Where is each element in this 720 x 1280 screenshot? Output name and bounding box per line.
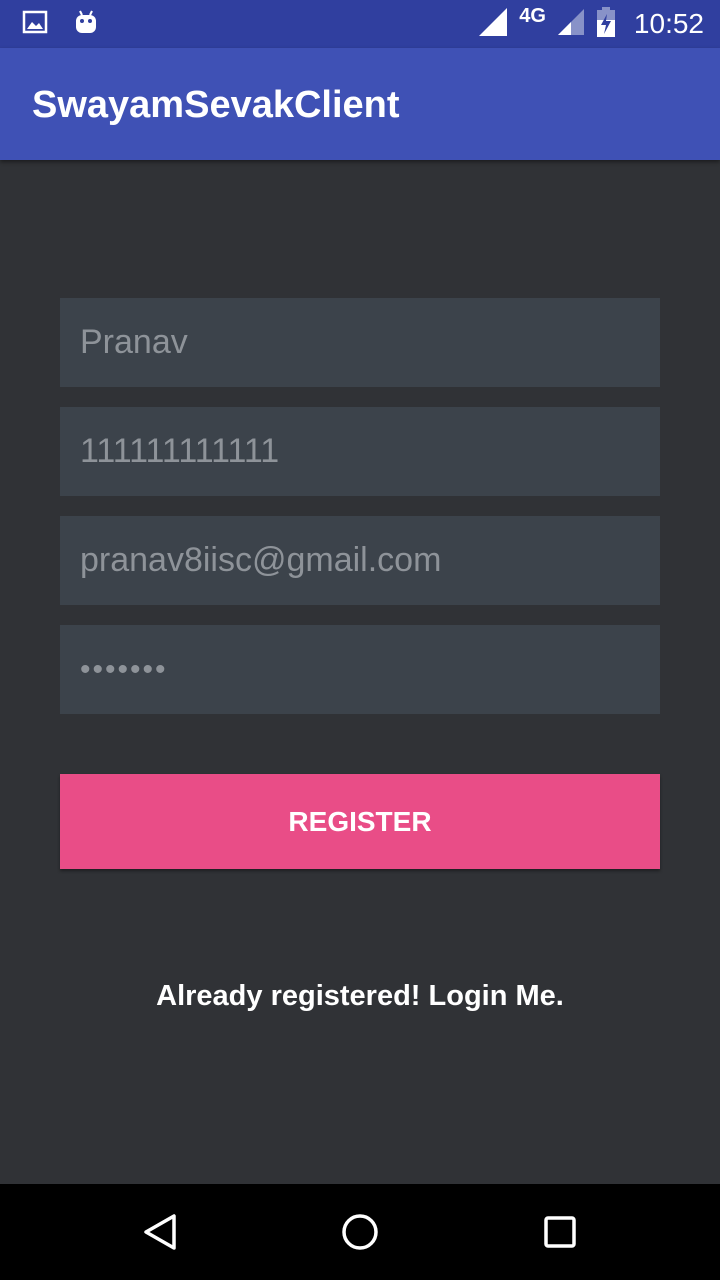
home-icon[interactable]: [336, 1208, 384, 1256]
image-notification-icon: [22, 9, 48, 40]
name-field[interactable]: [60, 298, 660, 387]
notification-icons: [22, 8, 100, 41]
email-field[interactable]: [60, 516, 660, 605]
app-bar: SwayamSevakClient: [0, 48, 720, 160]
login-link[interactable]: Already registered! Login Me.: [0, 980, 720, 1013]
signal-icon: [477, 6, 509, 43]
recents-icon[interactable]: [536, 1208, 584, 1256]
phone-field[interactable]: [60, 407, 660, 496]
clock: 10:52: [633, 8, 704, 39]
android-notification-icon: [72, 8, 100, 41]
signal-secondary-icon: [556, 7, 586, 42]
back-icon[interactable]: [136, 1208, 184, 1256]
register-button[interactable]: REGISTER: [60, 774, 660, 869]
app-title: SwayamSevakClient: [32, 84, 400, 126]
system-icons: 4G 10:52: [477, 0, 704, 48]
navigation-bar: [0, 1184, 720, 1280]
password-field[interactable]: [60, 625, 660, 714]
battery-charging-icon: [596, 6, 616, 43]
network-type-label: 4G: [519, 4, 546, 27]
status-bar: 4G 10:52: [0, 0, 720, 48]
